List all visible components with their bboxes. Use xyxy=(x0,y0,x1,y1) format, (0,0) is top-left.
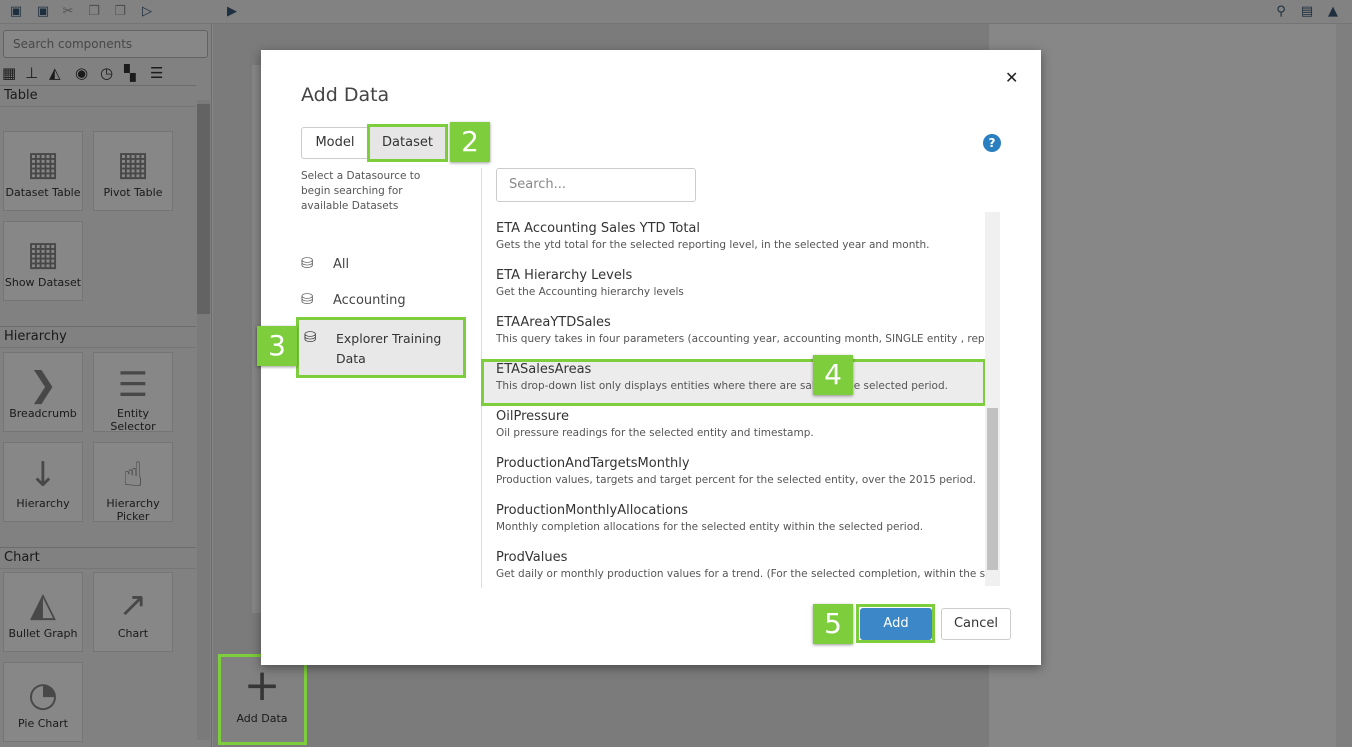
dataset-list-scrollbar[interactable] xyxy=(985,212,1000,586)
callout-4: 4 xyxy=(813,355,853,395)
dataset-description: Monthly completion allocations for the s… xyxy=(496,521,924,533)
dataset-description: This drop-down list only displays entiti… xyxy=(496,380,948,392)
dataset-item[interactable]: OilPressure Oil pressure readings for the… xyxy=(481,406,986,453)
close-icon[interactable]: ✕ xyxy=(1005,68,1018,87)
dataset-item[interactable]: ETASalesAreas This drop-down list only di… xyxy=(481,359,986,406)
dataset-description: Oil pressure readings for the selected e… xyxy=(496,427,814,439)
dataset-item[interactable]: ETAAreaYTDSales This query takes in four … xyxy=(481,312,986,359)
dataset-name: ProdValues xyxy=(496,550,568,565)
source-accounting[interactable]: ⛁ Accounting xyxy=(301,290,406,308)
highlight-add-button xyxy=(856,604,935,643)
tab-model[interactable]: Model xyxy=(301,127,369,159)
highlight-source xyxy=(296,317,466,378)
source-all[interactable]: ⛁ All xyxy=(301,254,349,272)
dataset-description: Get the Accounting hierarchy levels xyxy=(496,286,684,298)
dataset-item[interactable]: ProdValues Get daily or monthly productio… xyxy=(481,547,986,588)
dataset-name: ProductionAndTargetsMonthly xyxy=(496,456,690,471)
dataset-name: ETA Hierarchy Levels xyxy=(496,268,633,283)
add-data-dialog: Add Data ✕ ? Model Dataset 2 Select a Da… xyxy=(257,50,1041,665)
source-label: Accounting xyxy=(333,293,406,308)
dataset-name: ETAAreaYTDSales xyxy=(496,315,611,330)
dataset-search-input[interactable]: Search... xyxy=(496,168,696,202)
source-label: All xyxy=(333,257,350,272)
highlight-add-data xyxy=(218,654,307,745)
dataset-name: ETASalesAreas xyxy=(496,362,592,377)
dataset-name: OilPressure xyxy=(496,409,569,424)
dataset-item[interactable]: ProductionAndTargetsMonthly Production va… xyxy=(481,453,986,500)
dataset-list: ETA Accounting Sales YTD Total Gets the y… xyxy=(481,210,1001,588)
database-icon: ⛁ xyxy=(301,254,314,272)
highlight-dataset-tab xyxy=(367,124,448,162)
callout-3: 3 xyxy=(257,326,297,366)
callout-5: 5 xyxy=(813,604,853,644)
datasource-hint: Select a Datasource to begin searching f… xyxy=(301,170,421,212)
dataset-description: Production values, targets and target pe… xyxy=(496,474,976,486)
dataset-description: Get daily or monthly production values f… xyxy=(496,568,986,580)
dataset-name: ETA Accounting Sales YTD Total xyxy=(496,221,701,236)
dataset-description: Gets the ytd total for the selected repo… xyxy=(496,239,930,251)
dataset-item[interactable]: ETA Accounting Sales YTD Total Gets the y… xyxy=(481,218,986,265)
dialog-title: Add Data xyxy=(301,84,390,106)
database-icon: ⛁ xyxy=(301,290,314,308)
dataset-item[interactable]: ETA Hierarchy Levels Get the Accounting h… xyxy=(481,265,986,312)
dataset-description: This query takes in four parameters (acc… xyxy=(496,333,986,345)
dataset-item[interactable]: ProductionMonthlyAllocations Monthly comp… xyxy=(481,500,986,547)
dataset-name: ProductionMonthlyAllocations xyxy=(496,503,689,518)
help-icon[interactable]: ? xyxy=(983,134,1001,152)
cancel-button[interactable]: Cancel xyxy=(941,608,1011,640)
callout-2: 2 xyxy=(450,122,490,162)
